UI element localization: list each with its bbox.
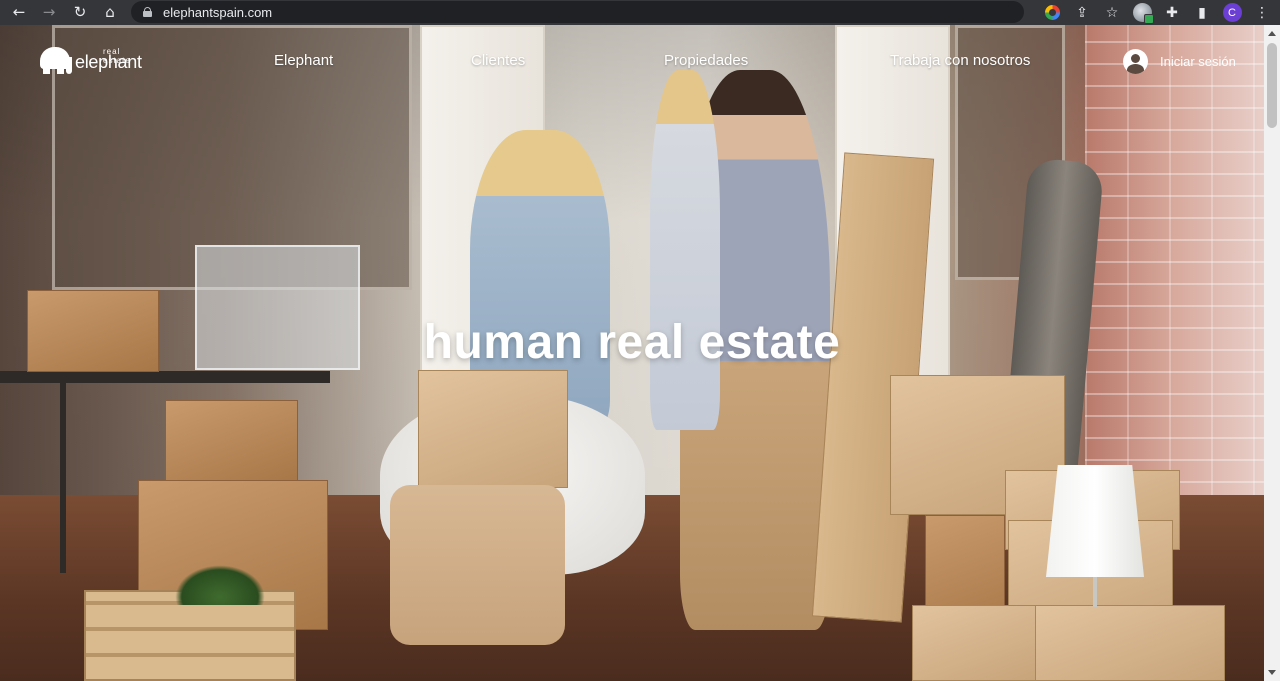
potted-plant bbox=[175, 565, 265, 605]
lamp-stem bbox=[1093, 577, 1097, 607]
scroll-up-arrow-icon[interactable] bbox=[1268, 31, 1276, 36]
reload-icon[interactable]: ↻ bbox=[69, 1, 91, 23]
elephant-logo-icon bbox=[40, 47, 74, 74]
table-leg bbox=[60, 383, 66, 573]
share-icon[interactable]: ⇪ bbox=[1072, 3, 1092, 23]
nav-elephant[interactable]: Elephant bbox=[274, 52, 333, 69]
toolbar-actions: ⇪ ☆ ✚ ▮ C ⋮ bbox=[1042, 0, 1272, 25]
extension-avatar-icon[interactable] bbox=[1132, 3, 1154, 24]
scrollbar[interactable] bbox=[1264, 25, 1280, 681]
bookmark-star-icon[interactable]: ☆ bbox=[1102, 3, 1122, 23]
held-box bbox=[418, 370, 568, 488]
logo-link[interactable]: real estate elephant bbox=[40, 47, 151, 74]
side-panel-icon[interactable]: ▮ bbox=[1192, 3, 1212, 23]
profile-initial: C bbox=[1222, 3, 1242, 22]
forward-icon[interactable]: → bbox=[38, 1, 60, 23]
table bbox=[0, 371, 330, 383]
back-icon[interactable]: ← bbox=[8, 1, 30, 23]
login-button[interactable]: Iniciar sesión bbox=[1123, 49, 1236, 74]
hero-title: human real estate bbox=[423, 316, 841, 369]
address-bar[interactable]: elephantspain.com bbox=[131, 1, 1024, 23]
menu-icon[interactable]: ⋮ bbox=[1252, 3, 1272, 23]
browser-toolbar: ← → ↻ ⌂ elephantspain.com ⇪ ☆ ✚ ▮ C ⋮ bbox=[0, 0, 1280, 25]
lock-icon[interactable] bbox=[143, 7, 152, 17]
hero-section: real estate elephant Elephant Clientes P… bbox=[0, 25, 1264, 681]
cardboard-box bbox=[1035, 605, 1225, 681]
logo-text: real estate elephant bbox=[75, 47, 151, 74]
cardboard-box bbox=[165, 400, 298, 482]
user-icon bbox=[1123, 49, 1148, 74]
nav-propiedades[interactable]: Propiedades bbox=[664, 52, 748, 69]
site-header: real estate elephant Elephant Clientes P… bbox=[0, 25, 1264, 100]
google-icon[interactable] bbox=[1042, 3, 1062, 23]
lamp-shade bbox=[1046, 465, 1144, 577]
logo-name: elephant bbox=[75, 52, 142, 72]
scroll-down-arrow-icon[interactable] bbox=[1268, 670, 1276, 675]
home-icon[interactable]: ⌂ bbox=[99, 1, 121, 23]
page-viewport: real estate elephant Elephant Clientes P… bbox=[0, 25, 1280, 681]
login-label: Iniciar sesión bbox=[1160, 54, 1236, 69]
girl-figure bbox=[650, 70, 720, 430]
child-legs bbox=[390, 485, 565, 645]
scroll-thumb[interactable] bbox=[1267, 43, 1277, 128]
cardboard-box bbox=[912, 605, 1037, 681]
extensions-puzzle-icon[interactable]: ✚ bbox=[1162, 3, 1182, 23]
nav-trabaja-con-nosotros[interactable]: Trabaja con nosotros bbox=[890, 52, 1030, 69]
profile-avatar[interactable]: C bbox=[1222, 3, 1242, 23]
url-text[interactable]: elephantspain.com bbox=[163, 5, 272, 20]
nav-clientes[interactable]: Clientes bbox=[471, 52, 525, 69]
